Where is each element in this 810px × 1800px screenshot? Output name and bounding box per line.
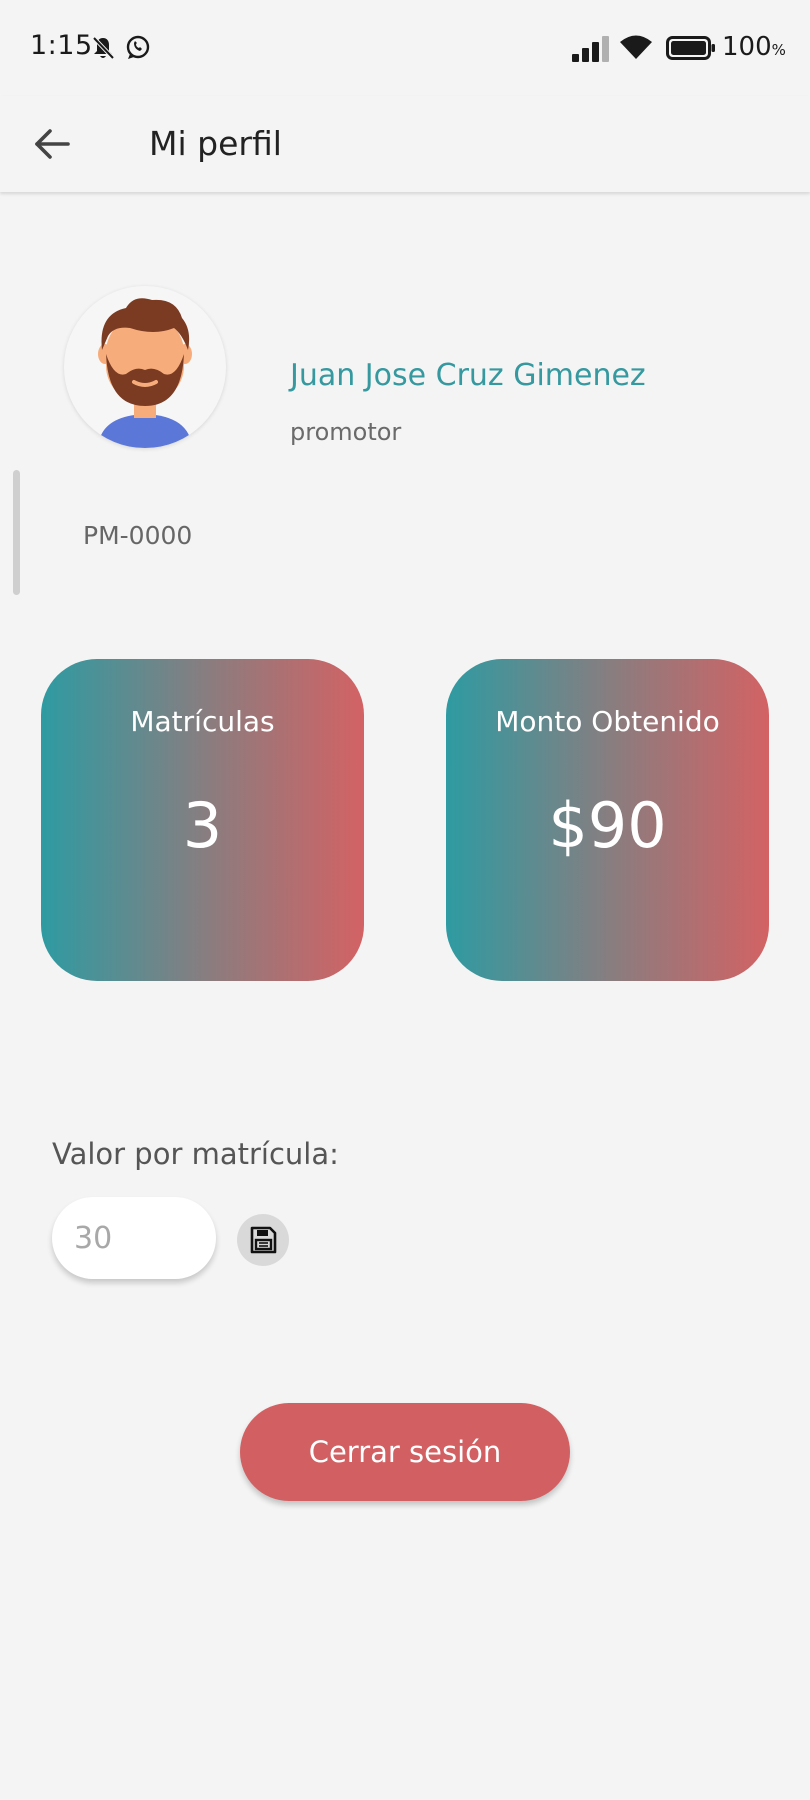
floppy-disk-icon bbox=[250, 1226, 277, 1254]
amount-earned-value: $90 bbox=[548, 789, 667, 862]
avatar bbox=[64, 286, 226, 448]
amount-earned-card: Monto Obtenido $90 bbox=[446, 659, 769, 981]
battery-icon bbox=[666, 36, 715, 60]
avatar-illustration bbox=[98, 298, 192, 448]
whatsapp-icon bbox=[126, 35, 150, 59]
status-bar: 1:15 100% bbox=[0, 0, 810, 96]
enrollments-label: Matrículas bbox=[130, 705, 275, 738]
profile-code: PM-0000 bbox=[83, 521, 193, 550]
page-title: Mi perfil bbox=[149, 124, 282, 163]
enrollments-card: Matrículas 3 bbox=[41, 659, 364, 981]
value-per-enrollment-label: Valor por matrícula: bbox=[52, 1137, 339, 1171]
value-per-enrollment-input[interactable] bbox=[52, 1197, 216, 1279]
back-button[interactable] bbox=[22, 114, 82, 174]
enrollments-value: 3 bbox=[182, 789, 223, 862]
logout-button[interactable]: Cerrar sesión bbox=[240, 1403, 570, 1501]
app-bar: Mi perfil bbox=[0, 96, 810, 192]
profile-name: Juan Jose Cruz Gimenez bbox=[290, 358, 646, 393]
amount-earned-label: Monto Obtenido bbox=[495, 705, 720, 738]
arrow-left-icon bbox=[35, 129, 70, 159]
wifi-icon bbox=[620, 35, 652, 59]
bell-off-icon bbox=[92, 36, 114, 60]
save-button[interactable] bbox=[237, 1214, 289, 1266]
scrollbar[interactable] bbox=[13, 470, 20, 595]
signal-icon bbox=[572, 36, 609, 62]
profile-role: promotor bbox=[290, 418, 402, 446]
status-time: 1:15 bbox=[30, 30, 93, 61]
battery-percent: 100% bbox=[722, 32, 786, 62]
